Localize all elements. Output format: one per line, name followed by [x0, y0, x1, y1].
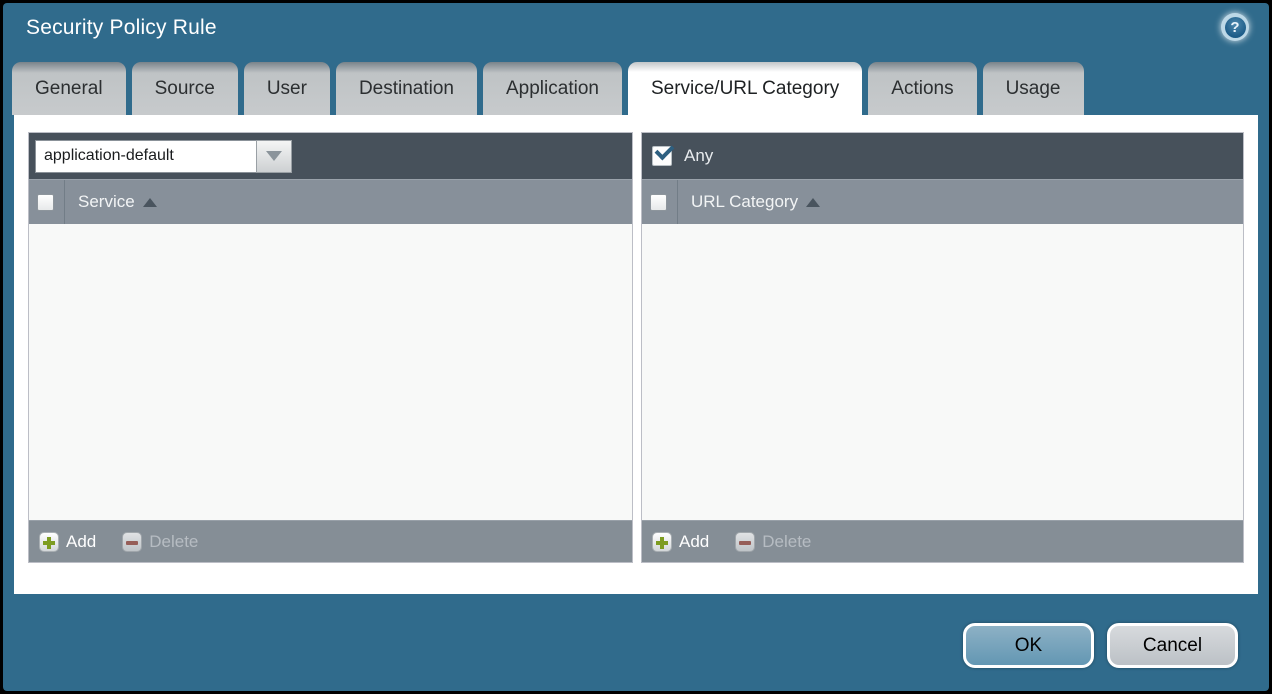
- url-category-column-label[interactable]: URL Category: [691, 192, 798, 212]
- url-category-panel: Any URL Category Add Delete: [641, 132, 1244, 563]
- tab-usage[interactable]: Usage: [983, 62, 1084, 115]
- url-category-panel-footer: Add Delete: [642, 520, 1243, 562]
- tab-content-area: Service Add Delete: [14, 115, 1258, 594]
- add-plus-icon: [39, 532, 59, 552]
- tab-bar: General Source User Destination Applicat…: [12, 62, 1084, 115]
- sort-ascending-icon: [806, 198, 820, 207]
- add-plus-icon: [652, 532, 672, 552]
- help-button[interactable]: ?: [1221, 13, 1249, 41]
- help-icon: ?: [1225, 17, 1246, 38]
- service-type-dropdown-button[interactable]: [256, 140, 292, 173]
- tab-application[interactable]: Application: [483, 62, 622, 115]
- tab-service-url-category[interactable]: Service/URL Category: [628, 62, 862, 115]
- sort-ascending-icon: [143, 198, 157, 207]
- service-table-body: [29, 224, 632, 520]
- tab-user[interactable]: User: [244, 62, 330, 115]
- service-type-input[interactable]: [35, 140, 256, 173]
- url-category-select-all-checkbox[interactable]: [650, 194, 667, 211]
- url-category-delete-button[interactable]: Delete: [735, 532, 811, 552]
- add-button-label: Add: [66, 532, 96, 552]
- tab-actions[interactable]: Actions: [868, 62, 976, 115]
- service-column-header: Service: [29, 179, 632, 224]
- service-panel-header: [29, 133, 632, 179]
- dialog-title: Security Policy Rule: [26, 16, 217, 40]
- delete-button-label: Delete: [762, 532, 811, 552]
- service-panel: Service Add Delete: [28, 132, 633, 563]
- any-checkbox-label: Any: [684, 146, 713, 166]
- service-type-combo: [35, 140, 292, 173]
- chevron-down-icon: [266, 151, 282, 161]
- tab-general[interactable]: General: [12, 62, 126, 115]
- add-button-label: Add: [679, 532, 709, 552]
- tab-destination[interactable]: Destination: [336, 62, 477, 115]
- service-select-all-checkbox[interactable]: [37, 194, 54, 211]
- url-category-panel-header: Any: [642, 133, 1243, 179]
- service-panel-footer: Add Delete: [29, 520, 632, 562]
- service-column-label[interactable]: Service: [78, 192, 135, 212]
- column-divider: [677, 180, 678, 224]
- url-category-add-button[interactable]: Add: [652, 532, 709, 552]
- delete-minus-icon: [735, 532, 755, 552]
- url-category-column-header: URL Category: [642, 179, 1243, 224]
- service-add-button[interactable]: Add: [39, 532, 96, 552]
- column-divider: [64, 180, 65, 224]
- dialog-frame: Security Policy Rule ? General Source Us…: [0, 0, 1272, 694]
- delete-button-label: Delete: [149, 532, 198, 552]
- tab-source[interactable]: Source: [132, 62, 238, 115]
- url-category-table-body: [642, 224, 1243, 520]
- security-policy-rule-dialog: Security Policy Rule ? General Source Us…: [3, 3, 1269, 691]
- service-delete-button[interactable]: Delete: [122, 532, 198, 552]
- cancel-button[interactable]: Cancel: [1107, 623, 1238, 668]
- ok-button[interactable]: OK: [963, 623, 1094, 668]
- any-checkbox[interactable]: [652, 146, 672, 166]
- delete-minus-icon: [122, 532, 142, 552]
